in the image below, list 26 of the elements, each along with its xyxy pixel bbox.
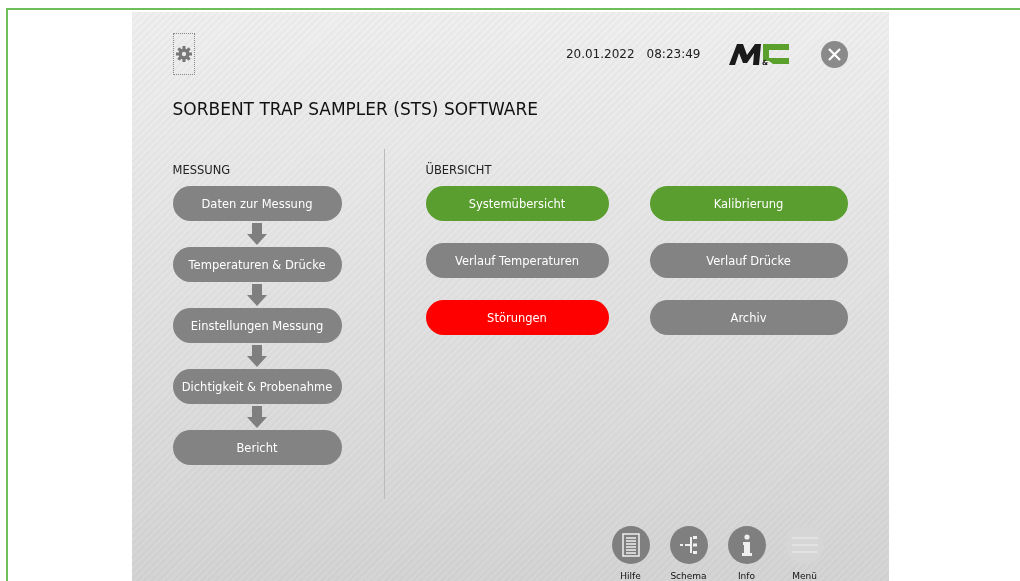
step-button[interactable]: Dichtigkeit & Probenahme	[172, 369, 342, 404]
settings-button[interactable]	[172, 33, 195, 75]
down-arrow-icon	[246, 284, 267, 306]
settings-icon	[175, 46, 192, 62]
overview-button[interactable]: Verlauf Drücke	[649, 243, 848, 278]
close-icon[interactable]	[820, 40, 848, 68]
info-icon	[740, 534, 753, 556]
section-heading: MESSUNG	[172, 163, 232, 177]
down-arrow-icon	[246, 406, 267, 428]
step-button[interactable]: Bericht	[172, 430, 342, 465]
section-heading: ÜBERSICHT	[425, 163, 493, 177]
date-text: 20.01.2022	[565, 47, 635, 61]
branch-icon	[677, 534, 700, 556]
app-title: SORBENT TRAP SAMPLER (STS) SOFTWARE	[172, 99, 539, 121]
overview-button[interactable]: Systemübersicht	[425, 186, 609, 221]
down-arrow-icon	[246, 345, 267, 367]
document-icon	[621, 533, 640, 557]
overview-button[interactable]: Kalibrierung	[649, 186, 848, 221]
step-button[interactable]: Temperaturen & Drücke	[172, 247, 342, 282]
overview-button[interactable]: Verlauf Temperaturen	[425, 243, 609, 278]
down-arrow-icon	[246, 223, 267, 245]
step-button[interactable]: Daten zur Messung	[172, 186, 342, 221]
overview-button[interactable]: Archiv	[649, 300, 848, 335]
overview-button[interactable]: Störungen	[425, 300, 609, 335]
step-button[interactable]: Einstellungen Messung	[172, 308, 342, 343]
time-text: 08:23:49	[646, 47, 701, 61]
